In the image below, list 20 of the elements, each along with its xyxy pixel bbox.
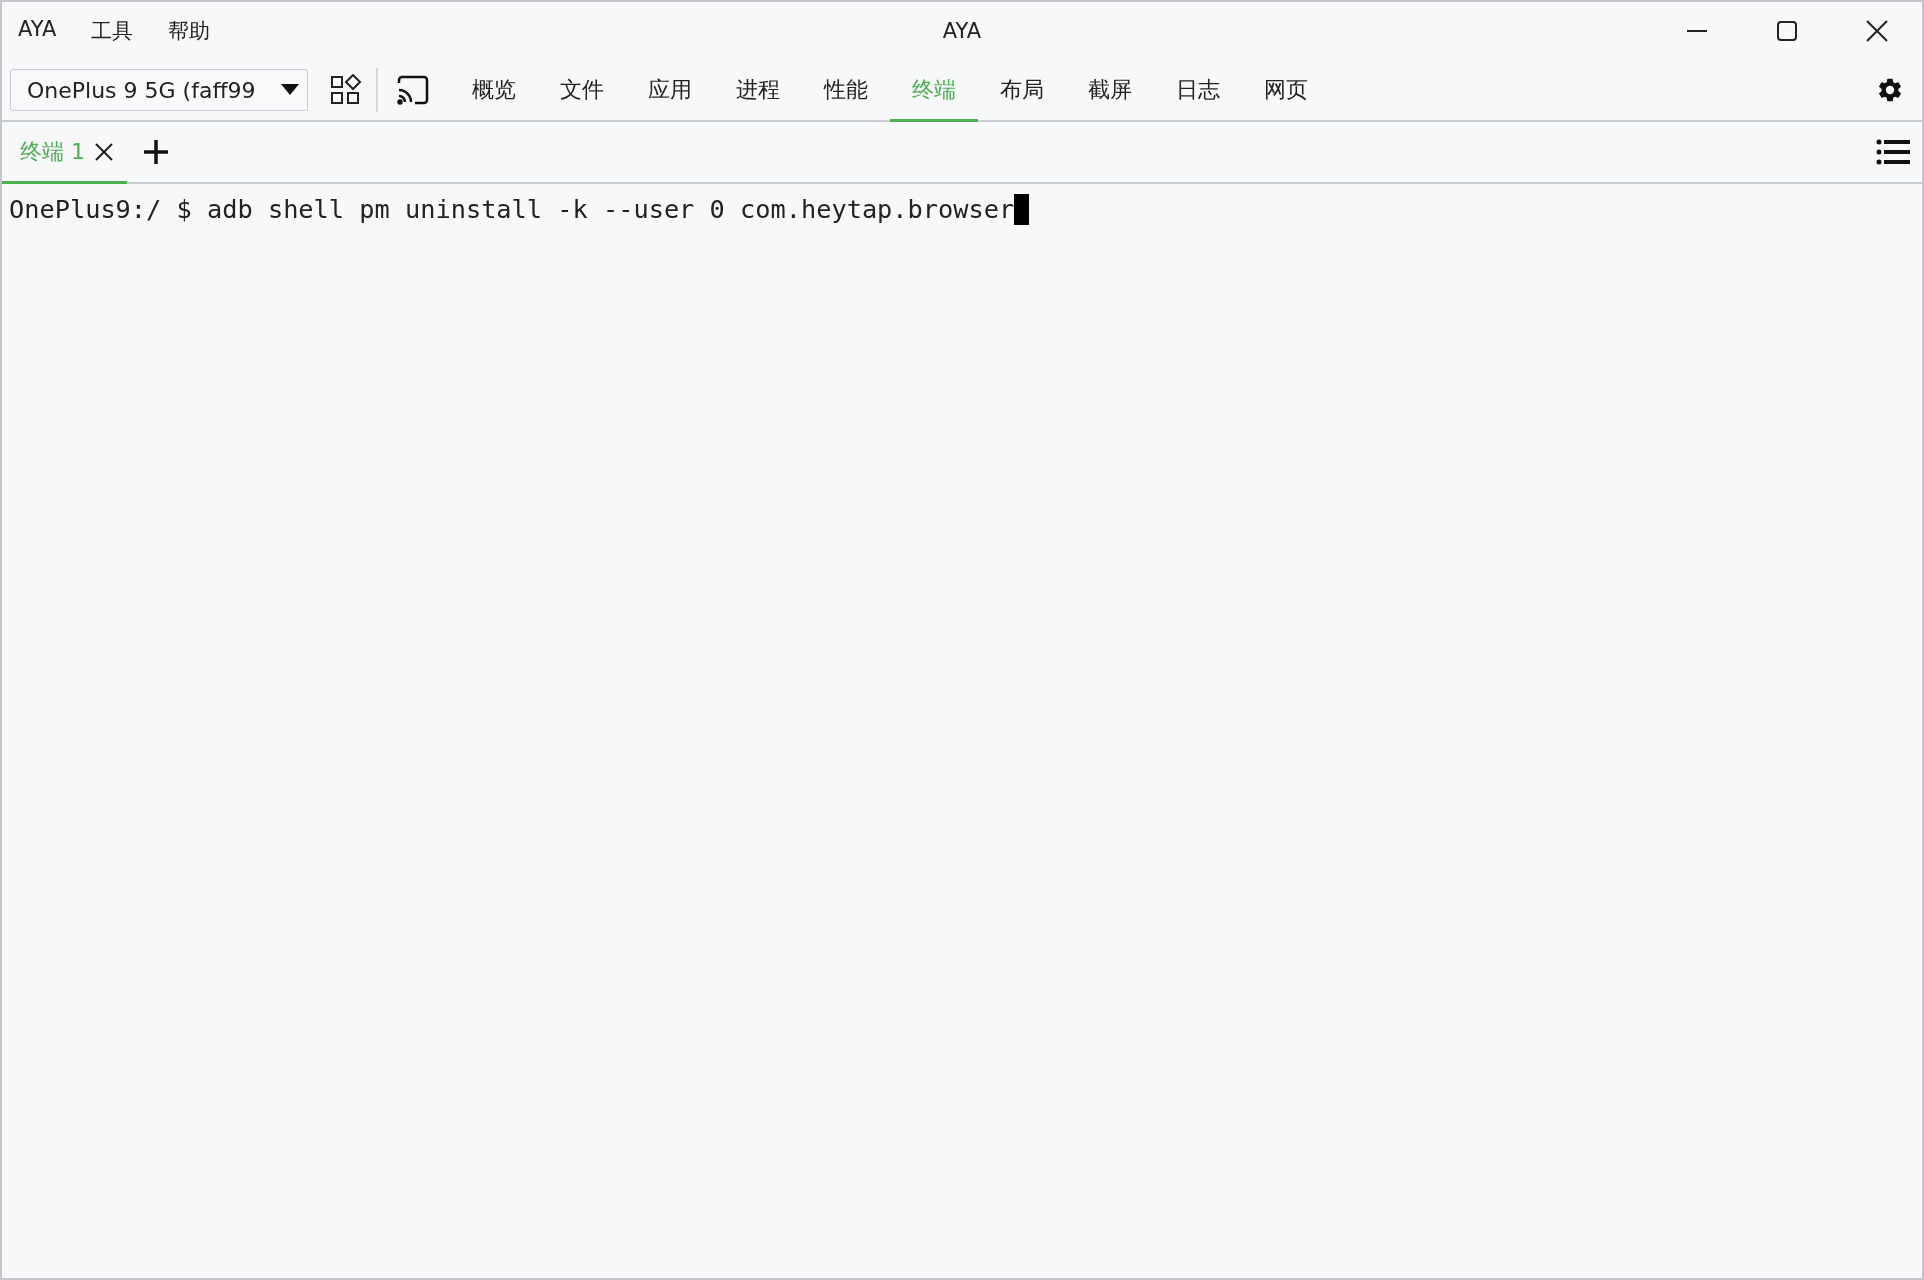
nav-tab[interactable]: 性能	[802, 60, 890, 122]
nav-tab[interactable]: 日志	[1154, 60, 1242, 122]
caret-icon	[281, 84, 299, 96]
window-title: AYA	[942, 19, 982, 43]
menu-item[interactable]: 工具	[81, 11, 145, 51]
maximize-icon[interactable]	[1776, 20, 1798, 42]
nav-tab[interactable]: 文件	[538, 60, 626, 122]
nav-tab[interactable]: 网页	[1242, 60, 1330, 122]
menu-item[interactable]: AYA	[8, 11, 68, 51]
nav-tab[interactable]: 概览	[450, 60, 538, 122]
nav-tab[interactable]: 布局	[978, 60, 1066, 122]
nav-tab[interactable]: 进程	[714, 60, 802, 122]
menu-item[interactable]: 帮助	[158, 11, 222, 51]
close-icon[interactable]	[1866, 20, 1888, 42]
close-icon[interactable]	[95, 142, 113, 161]
device-select[interactable]: OnePlus 9 5G (faff99	[10, 69, 308, 111]
text-cursor	[1014, 194, 1030, 225]
terminal-line: OnePlus9:/ $ adb shell pm uninstall -k --user 0 com.heytap.browser	[9, 195, 1015, 224]
nav-tab[interactable]: 截屏	[1066, 60, 1154, 122]
nav-tab[interactable]: 应用	[626, 60, 714, 122]
